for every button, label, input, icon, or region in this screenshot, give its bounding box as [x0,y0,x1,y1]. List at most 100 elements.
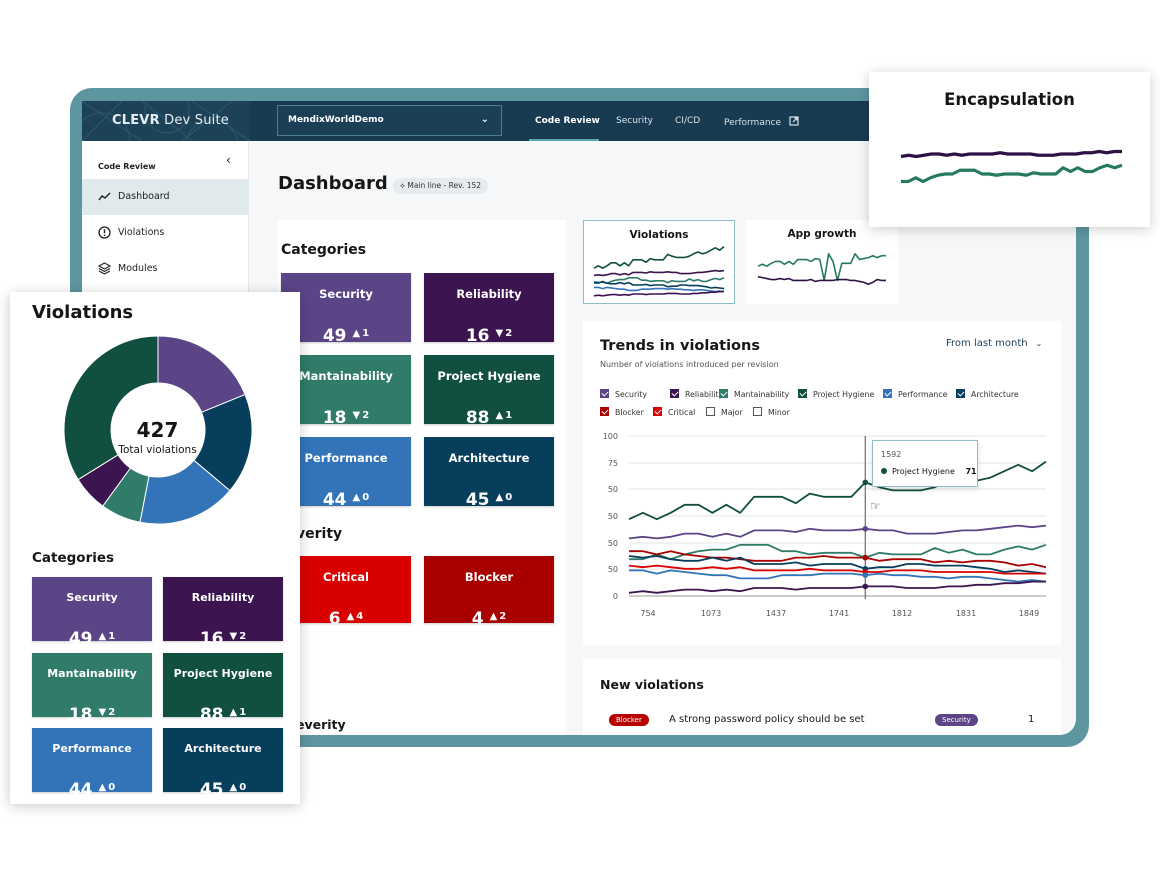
tab-performance[interactable]: Performance [724,116,799,128]
x-tick-label: 1073 [701,609,721,618]
tile-architecture[interactable]: Architecture 45 ▲ 0 [424,437,554,510]
tile-reliability[interactable]: Reliability 16 ▼ 2 [424,273,554,346]
encapsulation-chart [900,149,1123,184]
tile-label: Architecture [184,742,262,755]
tile-reliability[interactable]: Reliability 16 ▼ 2 [163,577,283,649]
tile-value: 6 [328,609,341,629]
donut-total-label: Total violations [118,444,197,456]
tooltip-swatch [881,468,887,474]
hover-point [862,526,869,532]
revision-badge[interactable]: ⟡ Main line - Rev. 152 [393,178,489,194]
series-line-reliability [593,290,724,297]
severity-pill: Blocker [609,714,649,726]
sidebar-heading: Code Review [98,162,156,171]
tile-label: Security [66,591,118,604]
tile-delta: 1 [239,707,247,718]
tile-label: Reliability [191,591,255,604]
tab-performance-label: Performance [724,118,782,128]
arrow-up-icon: ▲ [98,782,107,793]
tile-project-hygiene[interactable]: Project Hygiene 88 ▲ 1 [424,355,554,428]
tile-critical[interactable]: Critical 6 ▲ 4 [281,556,411,629]
chevron-down-icon: ⌄ [480,114,489,125]
hover-point [862,583,869,590]
active-tab-indicator [529,139,599,141]
tile-security[interactable]: Security 49 ▲ 1 [281,273,411,346]
tile-delta: 1 [108,631,116,642]
mini-chart-violations[interactable]: Violations [583,220,735,304]
tile-value: 16 [465,326,490,346]
tile-mantainability[interactable]: Mantainability 18 ▼ 2 [281,355,411,428]
tile-architecture[interactable]: Architecture 45 ▲ 0 [163,728,283,800]
x-tick-label: 1812 [892,609,912,618]
warning-circle-icon [98,226,111,239]
x-tick-label: 1831 [956,609,976,618]
brand-strong: CLEVR [112,113,160,128]
mini-app-growth-chart [757,253,886,286]
violation-count: 1 [1028,714,1035,725]
arrow-down-icon: ▼ [352,410,361,421]
y-tick-label: 100 [603,432,618,441]
hand-cursor-icon: ☞ [870,499,881,513]
tile-blocker[interactable]: Blocker 4 ▲ 2 [424,556,554,629]
tab-security[interactable]: Security [616,116,653,126]
chart-tooltip: 1592 Project Hygiene 71 [872,440,978,487]
tile-value: 44 [68,780,93,800]
tab-ci-cd[interactable]: CI/CD [675,116,700,126]
tile-security[interactable]: Security 49 ▲ 1 [32,577,152,649]
y-tick-label: 50 [608,485,618,494]
arrow-up-icon: ▲ [229,707,238,718]
hover-point [862,554,869,561]
tile-delta: 2 [108,707,116,718]
series-line-reliability[interactable] [628,580,1046,594]
collapse-sidebar-icon[interactable]: ‹ [226,153,231,167]
tile-value: 45 [465,490,490,510]
arrow-up-icon: ▲ [98,631,107,642]
series-line-series-2 [757,275,886,286]
tab-code-review[interactable]: Code Review [535,116,600,126]
sidebar-item-label: Violations [118,227,165,238]
mini-violations-chart [593,245,725,297]
sidebar-item-violations[interactable]: Violations [82,215,249,251]
app-brand[interactable]: CLEVR Dev Suite [112,113,229,128]
series-line-project-hygiene[interactable] [628,460,1047,521]
arrow-up-icon: ▲ [495,410,504,421]
tile-delta: 1 [505,410,513,421]
y-tick-label: 50 [608,539,618,548]
donut-total: 427 [136,418,179,442]
donut-slice-project-hygiene[interactable] [63,335,159,481]
tile-delta: 2 [505,328,513,339]
violations-overlay-card: Violations 427 Total violations Categori… [10,292,300,804]
tile-delta: 2 [362,410,370,421]
project-select[interactable]: MendixWorldDemo ⌄ [277,105,502,136]
tile-label: Architecture [448,451,530,465]
layers-icon [98,262,111,275]
tile-value: 18 [68,705,93,725]
tooltip-row: Project Hygiene 71 [881,467,977,476]
chart-line-icon [98,192,111,201]
series-line-security [593,269,725,277]
arrow-up-icon: ▲ [489,611,498,622]
tile-label: Performance [52,742,132,755]
violation-message: A strong password policy should be set [669,714,865,725]
tile-value: 44 [322,490,347,510]
arrow-down-icon: ▼ [229,631,238,642]
tooltip-revision: 1592 [881,450,902,459]
brand-rest: Dev Suite [159,113,229,128]
tile-value: 49 [322,326,347,346]
sidebar-item-modules[interactable]: Modules [82,251,249,287]
brand-area: CLEVR Dev Suite [82,101,250,141]
series-line-performance [594,286,725,293]
severity-title: verity [296,526,343,542]
hover-point [862,479,869,486]
tile-delta: 2 [239,631,247,642]
tile-performance[interactable]: Performance 44 ▲ 0 [32,728,152,800]
tile-project-hygiene[interactable]: Project Hygiene 88 ▲ 1 [163,653,283,725]
tile-mantainability[interactable]: Mantainability 18 ▼ 2 [32,653,152,725]
mini-chart-app-growth[interactable]: App growth [746,220,898,304]
overlay-title: Violations [32,302,134,323]
y-tick-label: 0 [613,592,618,601]
sidebar-item-dashboard[interactable]: Dashboard [82,179,249,215]
arrow-down-icon: ▼ [98,707,107,718]
arrow-up-icon: ▲ [346,611,355,622]
series-line-security[interactable] [628,524,1047,540]
